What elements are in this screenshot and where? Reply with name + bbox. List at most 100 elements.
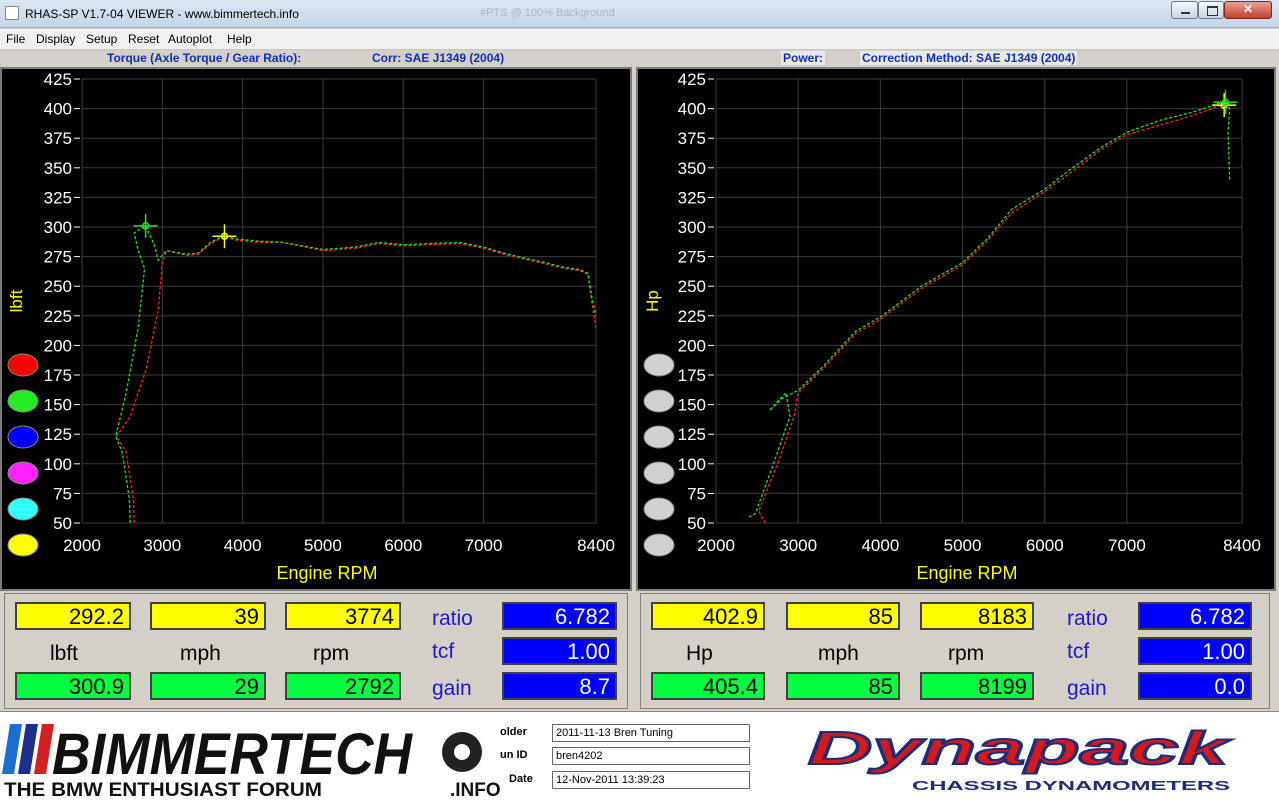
torque-y-tick-label: 175 [44,366,72,385]
torque-rpm-label: rpm [313,642,350,665]
torque-current-mph: 39 [150,602,266,630]
dynapack-logo: Dynapack CHASSIS DYNAMOMETERS [807,722,1234,793]
torque-x-tick-label: 3000 [143,536,181,555]
torque-y-tick-label: 325 [44,188,72,207]
torque-plot[interactable]: 50 75 100 125 150 175 200 225 250 275 300 325 350 375… [0,67,632,591]
menu-reset[interactable]: Reset [128,32,159,46]
power-x-axis-label: Engine RPM [916,563,1017,583]
power-y-tick-label: 200 [678,336,706,355]
power-y-tick-label: 150 [678,396,706,415]
power-tcf-value: 1.00 [1138,637,1252,665]
power-series-line [748,100,1231,518]
menu-file[interactable]: File [6,32,25,46]
power-ratio-label: ratio [1067,607,1108,630]
torque-x-tick-label: 7000 [465,536,503,555]
power-peak-rpm: 8199 [920,672,1034,700]
power-color-swatch [643,533,675,557]
power-readouts-panel: 402.9 85 8183 Hp mph rpm 405.4 85 8199 r… [640,593,1270,709]
power-y-tick-label: 275 [678,248,706,267]
power-y-tick-label: 350 [678,159,706,178]
torque-y-tick-label: 375 [44,129,72,148]
power-color-swatch [643,353,675,377]
power-color-swatch [643,389,675,413]
torque-y-tick-label: 275 [44,248,72,267]
torque-color-swatch [7,425,39,449]
power-unit-label: Hp [686,642,713,665]
torque-tcf-value: 1.00 [502,637,617,665]
torque-y-tick-label: 225 [44,307,72,326]
gear-icon [442,732,482,772]
dynapack-tagline: CHASSIS DYNAMOMETERS [912,778,1231,793]
power-color-swatch [643,461,675,485]
power-chart-svg: 50 75 100 125 150 175 200 225 250 275 300 325 350 375… [643,70,1261,583]
torque-chart-svg: 50 75 100 125 150 175 200 225 250 275 300 325 350 375… [7,70,615,583]
menu-autoplot[interactable]: Autoplot [168,32,212,46]
app-icon[interactable] [5,6,19,20]
power-x-tick-label: 7000 [1108,536,1146,555]
torque-tcf-label: tcf [432,640,455,663]
folder-field[interactable]: 2011-11-13 Bren Tuning [552,724,750,742]
torque-gain-value: 8.7 [502,672,617,700]
power-x-tick-label: 8400 [1223,536,1261,555]
power-tcf-label: tcf [1067,640,1090,663]
power-current-mph: 85 [786,602,900,630]
power-y-tick-label: 325 [678,188,706,207]
torque-x-tick-label: 8400 [577,536,615,555]
bimmertech-logo: BIMMERTECH THE BMW ENTHUSIAST FORUM .INF… [2,722,501,800]
torque-current-value: 292.2 [15,602,131,630]
power-x-tick-label: 5000 [944,536,982,555]
torque-readouts-panel: 292.2 39 3774 lbft mph rpm 300.9 29 2792… [4,593,628,709]
bimmertech-stripes [2,724,54,774]
menu-setup[interactable]: Setup [86,32,117,46]
torque-y-tick-label: 125 [44,425,72,444]
torque-chart-header: Torque (Axle Torque / Gear Ratio): Corr:… [0,50,632,67]
torque-series-line [115,224,597,524]
torque-x-tick-label: 5000 [304,536,342,555]
minimize-button[interactable] [1171,1,1198,19]
power-gain-value: 0.0 [1138,672,1252,700]
window-title: RHAS-SP V1.7-04 VIEWER - www.bimmertech.… [25,7,299,21]
torque-unit-label: lbft [50,642,79,665]
torque-series-line [115,235,597,524]
torque-color-swatch [7,461,39,485]
torque-x-tick-label: 2000 [63,536,101,555]
torque-gain-label: gain [432,677,472,700]
torque-x-tick-label: 4000 [224,536,262,555]
power-y-tick-label: 75 [687,484,706,503]
date-field[interactable]: 12-Nov-2011 13:39:23 [552,771,750,789]
menu-display[interactable]: Display [36,32,75,46]
power-y-tick-label: 375 [678,129,706,148]
power-current-value: 402.9 [651,602,765,630]
maximize-button[interactable] [1198,1,1224,19]
footer-banner: BIMMERTECH THE BMW ENTHUSIAST FORUM .INF… [0,711,1279,800]
torque-color-swatch [7,497,39,521]
run-id-field[interactable]: bren4202 [552,747,750,765]
torque-chart-correction: Corr: SAE J1349 (2004) [372,51,505,65]
bimmertech-tagline: THE BMW ENTHUSIAST FORUM [4,780,322,800]
torque-mph-label: mph [180,642,221,665]
menu-help[interactable]: Help [227,32,252,46]
power-peak-mph: 85 [786,672,900,700]
power-x-tick-label: 2000 [697,536,735,555]
torque-x-axis-label: Engine RPM [276,563,377,583]
torque-y-tick-label: 350 [44,159,72,178]
power-color-swatch [643,425,675,449]
power-y-tick-label: 50 [687,514,706,533]
torque-y-tick-label: 150 [44,396,72,415]
power-chart-title: Power: [781,51,826,65]
power-plot[interactable]: 50 75 100 125 150 175 200 225 250 275 300 325 350 375… [636,67,1276,591]
torque-current-rpm: 3774 [285,602,401,630]
power-y-tick-label: 425 [678,70,706,89]
bimmertech-info: .INFO [450,780,501,800]
power-x-tick-label: 3000 [779,536,817,555]
torque-y-tick-label: 200 [44,336,72,355]
torque-y-axis-label: lbft [7,289,26,312]
close-button[interactable] [1224,1,1272,19]
torque-peak-rpm: 2792 [285,672,401,700]
power-rpm-label: rpm [948,642,985,665]
torque-color-swatch [7,533,39,557]
power-y-tick-label: 400 [678,100,706,119]
power-chart-header: Power: Correction Method: SAE J1349 (200… [636,50,1276,67]
power-x-tick-label: 6000 [1026,536,1064,555]
torque-y-tick-label: 400 [44,100,72,119]
